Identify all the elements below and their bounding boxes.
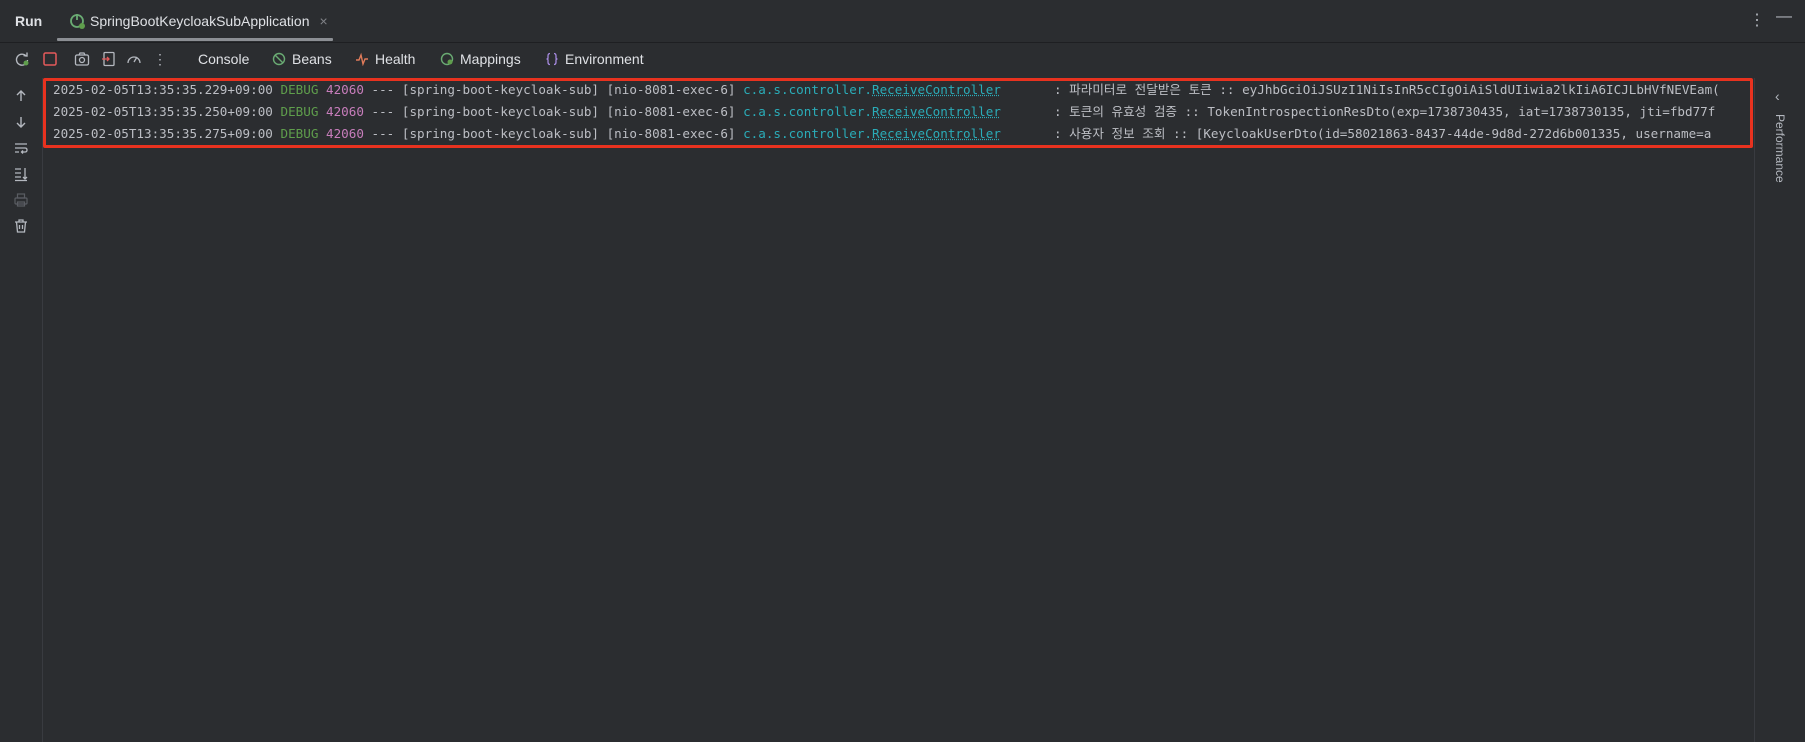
performance-tab[interactable]: Performance [1773, 114, 1787, 183]
more-actions-icon[interactable]: ⋮ [152, 51, 168, 67]
tab-mappings[interactable]: Mappings [440, 50, 521, 68]
log-line: 2025-02-05T13:35:35.229+09:00 DEBUG 4206… [53, 82, 1720, 97]
tab-health[interactable]: Health [355, 50, 415, 68]
stop-icon[interactable] [42, 51, 58, 67]
tab-console-label: Console [198, 51, 250, 67]
logger-class-link[interactable]: ReceiveController [872, 104, 1001, 119]
run-tool-window-title: Run [15, 13, 43, 29]
tab-console[interactable]: Console [198, 50, 249, 68]
profiler-icon[interactable] [126, 51, 142, 67]
logger-class-link[interactable]: ReceiveController [872, 82, 1001, 97]
tab-close-icon[interactable]: × [319, 13, 327, 29]
tab-active-indicator [57, 38, 333, 41]
console-content: 2025-02-05T13:35:35.229+09:00 DEBUG 4206… [43, 78, 1755, 742]
tab-environment-label: Environment [565, 51, 644, 67]
chevron-left-icon[interactable]: ‹ [1775, 88, 1780, 104]
log-line: 2025-02-05T13:35:35.275+09:00 DEBUG 4206… [53, 126, 1712, 141]
spring-boot-icon [70, 14, 85, 29]
console-side-toolbar [0, 78, 43, 742]
rerun-icon[interactable] [14, 51, 30, 67]
run-toolbar: ⋮ Console Beans Health Mappings Environm… [0, 43, 1805, 75]
more-options-icon[interactable]: ⋮ [1749, 10, 1765, 30]
beans-icon [272, 52, 286, 66]
exit-icon[interactable] [101, 51, 117, 67]
tab-beans[interactable]: Beans [272, 50, 332, 68]
soft-wrap-icon[interactable] [13, 140, 29, 156]
run-config-tab[interactable]: SpringBootKeycloakSubApplication × [57, 0, 333, 42]
console-output[interactable]: 2025-02-05T13:35:35.229+09:00 DEBUG 4206… [43, 78, 1755, 742]
title-bar: Run SpringBootKeycloakSubApplication × ⋮… [0, 0, 1805, 43]
print-icon[interactable] [13, 192, 29, 208]
tab-label: SpringBootKeycloakSubApplication [90, 13, 310, 29]
tab-beans-label: Beans [292, 51, 332, 67]
scroll-to-end-icon[interactable] [13, 166, 29, 182]
arrow-down-icon[interactable] [13, 114, 29, 130]
minimize-icon[interactable]: — [1776, 8, 1792, 26]
logger-class-link[interactable]: ReceiveController [872, 126, 1001, 141]
tab-health-label: Health [375, 51, 416, 67]
trash-icon[interactable] [13, 218, 29, 234]
tab-mappings-label: Mappings [460, 51, 521, 67]
health-icon [356, 52, 368, 66]
log-line: 2025-02-05T13:35:35.250+09:00 DEBUG 4206… [53, 104, 1716, 119]
camera-icon[interactable] [74, 51, 90, 67]
mappings-icon [440, 52, 454, 66]
right-tool-stripe: ‹ Performance [1754, 78, 1805, 742]
environment-icon [546, 52, 558, 66]
tab-environment[interactable]: Environment [545, 50, 644, 68]
arrow-up-icon[interactable] [13, 88, 29, 104]
